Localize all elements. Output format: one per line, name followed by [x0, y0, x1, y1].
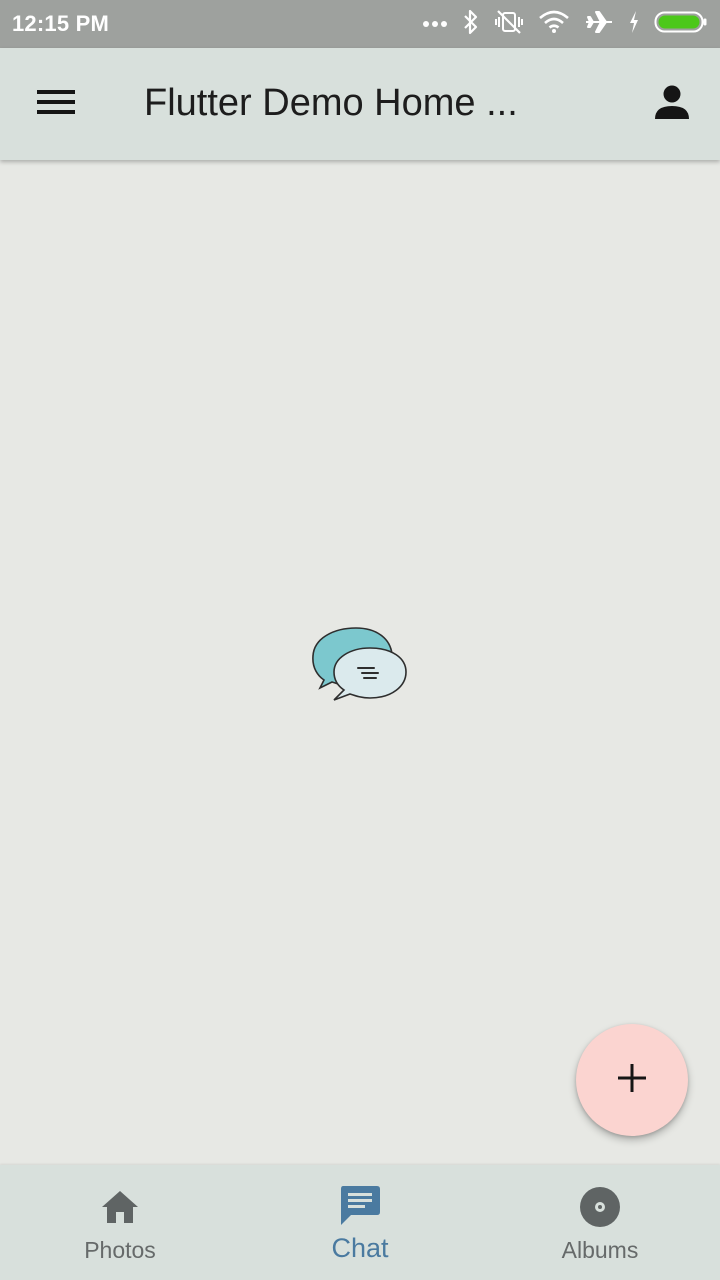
bluetooth-icon — [462, 9, 480, 40]
page-title: Flutter Demo Home ... — [144, 82, 518, 124]
menu-button[interactable] — [28, 84, 84, 124]
menu-icon — [37, 89, 75, 120]
more-dots-icon — [422, 15, 448, 33]
main-content — [0, 160, 720, 1165]
add-button[interactable] — [576, 1024, 688, 1136]
nav-label-albums: Albums — [561, 1237, 639, 1263]
nav-item-chat[interactable]: Chat — [240, 1165, 480, 1280]
nav-item-photos[interactable]: Photos — [0, 1165, 240, 1280]
account-icon — [654, 84, 690, 125]
chat-bubbles-icon — [306, 624, 410, 704]
account-button[interactable] — [644, 80, 700, 128]
wifi-icon — [538, 10, 570, 39]
chat-icon — [338, 1183, 382, 1227]
bottom-navigation: Photos Chat Albums — [0, 1165, 720, 1280]
battery-icon — [654, 10, 708, 39]
app-bar: Flutter Demo Home ... — [0, 48, 720, 160]
nav-label-photos: Photos — [84, 1237, 156, 1263]
charging-icon — [628, 10, 640, 39]
home-icon — [98, 1185, 142, 1229]
status-time: 12:15 PM — [12, 11, 109, 36]
nav-item-albums[interactable]: Albums — [480, 1165, 720, 1280]
album-icon — [578, 1185, 622, 1229]
nav-label-chat: Chat — [331, 1233, 389, 1263]
status-icons — [422, 9, 708, 39]
status-bar: 12:15 PM — [0, 0, 720, 48]
add-icon — [616, 1062, 648, 1099]
airplane-icon — [584, 9, 614, 40]
vibrate-off-icon — [494, 9, 524, 40]
